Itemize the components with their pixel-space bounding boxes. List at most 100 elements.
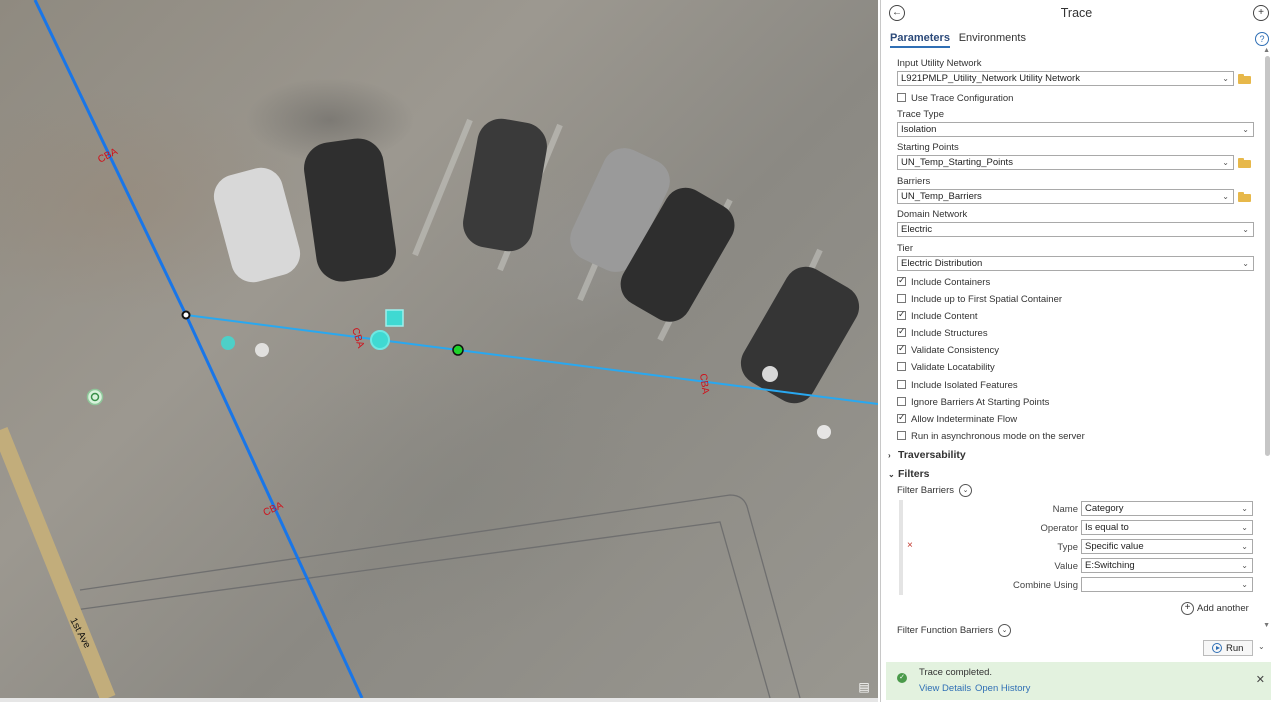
folder-icon[interactable] (1238, 74, 1252, 84)
pane-tabs: Parameters Environments (890, 32, 1032, 50)
checkbox-label: Include Structures (911, 328, 988, 339)
validate-consistency-checkbox[interactable]: Validate Consistency (897, 343, 999, 357)
tier-value: Electric Distribution (901, 258, 983, 269)
filter-operator-label: Operator (1040, 523, 1079, 534)
remove-filter-icon[interactable]: × (907, 540, 913, 551)
filter-barriers-label: Filter Barriers (897, 485, 955, 497)
checkbox-label: Validate Locatability (911, 362, 995, 373)
async-mode-checkbox[interactable]: Run in asynchronous mode on the server (897, 431, 1085, 443)
close-icon[interactable]: ✕ (1256, 673, 1265, 686)
checkbox-label: Run in asynchronous mode on the server (911, 431, 1085, 442)
chevron-down-icon: ⌄ (1241, 542, 1248, 551)
barriers-label: Barriers (897, 176, 931, 187)
success-check-icon: ✓ (897, 673, 907, 683)
scrollbar[interactable] (1265, 56, 1270, 456)
status-message: ✓ Trace completed. View Details Open His… (886, 662, 1271, 700)
run-dropdown-icon[interactable]: ⌄ (1258, 642, 1265, 651)
line-label-cba: CBA (697, 373, 711, 395)
filter-value-dropdown[interactable]: E:Switching ⌄ (1081, 558, 1253, 573)
target-icon[interactable] (86, 388, 104, 406)
filter-value-value: E:Switching (1085, 560, 1135, 571)
open-history-link[interactable]: Open History (975, 683, 1030, 694)
map-tool-icon[interactable]: ▤ (856, 680, 872, 694)
road (0, 427, 116, 698)
filter-function-barriers-label: Filter Function Barriers (897, 625, 994, 637)
include-isolated-features-checkbox[interactable]: Include Isolated Features (897, 380, 1018, 392)
filter-name-dropdown[interactable]: Category ⌄ (1081, 501, 1253, 516)
checkbox-checked-icon (897, 412, 906, 423)
line-label-cba: CBA (262, 500, 286, 519)
ignore-barriers-checkbox[interactable]: Ignore Barriers At Starting Points (897, 397, 1049, 409)
include-structures-checkbox[interactable]: Include Structures (897, 326, 988, 340)
filter-operator-value: Is equal to (1085, 522, 1129, 533)
filter-combine-dropdown[interactable]: ⌄ (1081, 577, 1253, 592)
checkbox-checked-icon (897, 343, 906, 354)
barrier-marker[interactable] (385, 309, 404, 327)
chevron-down-icon: ⌄ (1241, 523, 1248, 532)
pane-header: ← Trace + (881, 0, 1271, 28)
light-spot (762, 366, 778, 382)
checkbox-icon (897, 294, 906, 303)
include-first-spatial-container-checkbox[interactable]: Include up to First Spatial Container (897, 294, 1062, 306)
allow-indeterminate-flow-checkbox[interactable]: Allow Indeterminate Flow (897, 412, 1017, 426)
trace-type-value: Isolation (901, 124, 937, 135)
use-trace-config-checkbox[interactable]: Use Trace Configuration (897, 93, 1013, 105)
filters-section[interactable]: ⌄ Filters (888, 468, 930, 480)
chevron-down-icon: ⌄ (1241, 504, 1248, 513)
run-button[interactable]: Run (1203, 640, 1253, 656)
starting-points-dropdown[interactable]: UN_Temp_Starting_Points ⌄ (897, 155, 1234, 170)
checkbox-icon (897, 380, 906, 389)
collapse-icon[interactable]: ⌄ (998, 624, 1012, 637)
tier-dropdown[interactable]: Electric Distribution ⌄ (897, 256, 1254, 271)
view-details-link[interactable]: View Details (919, 683, 971, 694)
line-label-cba: CBA (349, 327, 366, 350)
trace-type-dropdown[interactable]: Isolation ⌄ (897, 122, 1254, 137)
tier-label: Tier (897, 243, 914, 254)
checkbox-checked-icon (897, 275, 906, 286)
green-point[interactable] (452, 344, 464, 356)
add-icon[interactable]: + (1253, 5, 1269, 21)
barriers-dropdown[interactable]: UN_Temp_Barriers ⌄ (897, 189, 1234, 204)
junction-point[interactable] (181, 310, 191, 320)
filter-name-label: Name (1052, 504, 1078, 515)
map-view[interactable]: 1st Ave CBA CBA CBA CBA ▤ (0, 0, 878, 698)
tab-parameters[interactable]: Parameters (890, 32, 950, 48)
domain-network-value: Electric (901, 224, 933, 235)
map-canvas: 1st Ave CBA CBA CBA CBA (0, 0, 878, 698)
device-point[interactable] (221, 336, 235, 350)
include-content-checkbox[interactable]: Include Content (897, 309, 978, 323)
filter-name-value: Category (1085, 503, 1124, 514)
folder-icon[interactable] (1238, 158, 1252, 168)
chevron-down-icon: ⌄ (1222, 74, 1229, 83)
barriers-value: UN_Temp_Barriers (901, 191, 982, 202)
scroll-down-icon[interactable]: ▼ (1263, 622, 1270, 629)
filter-value-label: Value (1054, 561, 1078, 572)
starting-points-label: Starting Points (897, 142, 959, 153)
include-containers-checkbox[interactable]: Include Containers (897, 275, 990, 289)
add-another-label: Add another (1197, 603, 1249, 615)
map-status-strip (0, 698, 878, 702)
filter-function-barriers-header: Filter Function Barriers ⌄ (897, 624, 1012, 637)
filter-type-dropdown[interactable]: Specific value ⌄ (1081, 539, 1253, 554)
tab-environments[interactable]: Environments (959, 32, 1026, 46)
filter-operator-dropdown[interactable]: Is equal to ⌄ (1081, 520, 1253, 535)
traversability-section[interactable]: › Traversability (888, 449, 966, 461)
filter-type-value: Specific value (1085, 541, 1144, 552)
chevron-down-icon: ⌄ (1242, 225, 1249, 234)
checkbox-checked-icon (897, 326, 906, 337)
add-another-button[interactable]: + Add another (1181, 602, 1249, 615)
domain-network-dropdown[interactable]: Electric ⌄ (897, 222, 1254, 237)
domain-network-label: Domain Network (897, 209, 968, 220)
geoprocessing-pane: ← Trace + Parameters Environments ? ▲ ▼ … (880, 0, 1271, 702)
collapse-icon[interactable]: ⌄ (959, 484, 973, 497)
chevron-down-icon: ⌄ (1222, 158, 1229, 167)
starting-point[interactable] (370, 330, 390, 350)
validate-locatability-checkbox[interactable]: Validate Locatability (897, 362, 995, 374)
scroll-up-icon[interactable]: ▲ (1263, 47, 1270, 54)
input-network-dropdown[interactable]: L921PMLP_Utility_Network Utility Network… (897, 71, 1234, 86)
add-circle-icon: + (1181, 602, 1194, 615)
filter-group-bar (899, 500, 903, 595)
chevron-down-icon: ⌄ (1242, 259, 1249, 268)
help-icon[interactable]: ? (1255, 32, 1269, 46)
folder-icon[interactable] (1238, 192, 1252, 202)
